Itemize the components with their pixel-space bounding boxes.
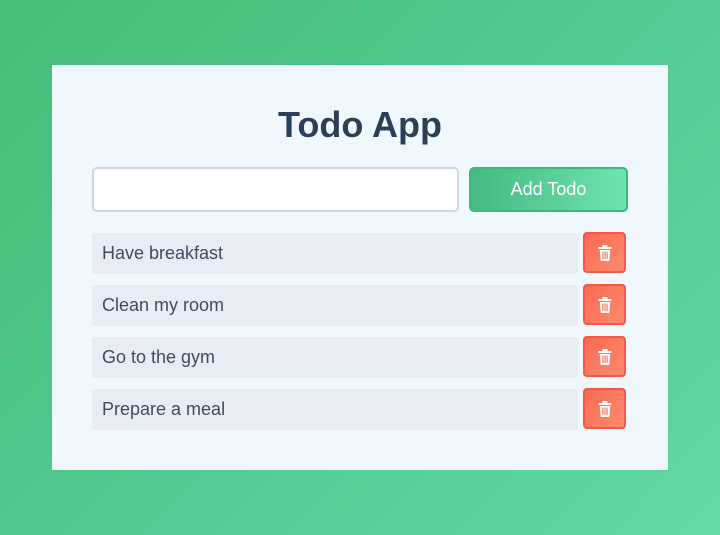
trash-icon <box>598 244 611 261</box>
todo-item: Have breakfast <box>92 233 578 274</box>
delete-todo-button[interactable] <box>583 284 626 325</box>
todo-item: Prepare a meal <box>92 389 578 430</box>
delete-todo-button[interactable] <box>583 336 626 377</box>
page-title: Todo App <box>278 104 442 145</box>
trash-icon <box>598 400 611 417</box>
todo-item: Clean my room <box>92 285 578 326</box>
todo-input[interactable] <box>92 167 459 212</box>
delete-todo-button[interactable] <box>583 232 626 273</box>
trash-icon <box>598 296 611 313</box>
todo-item: Go to the gym <box>92 337 578 378</box>
add-todo-button[interactable]: Add Todo <box>469 167 628 212</box>
delete-todo-button[interactable] <box>583 388 626 429</box>
trash-icon <box>598 348 611 365</box>
